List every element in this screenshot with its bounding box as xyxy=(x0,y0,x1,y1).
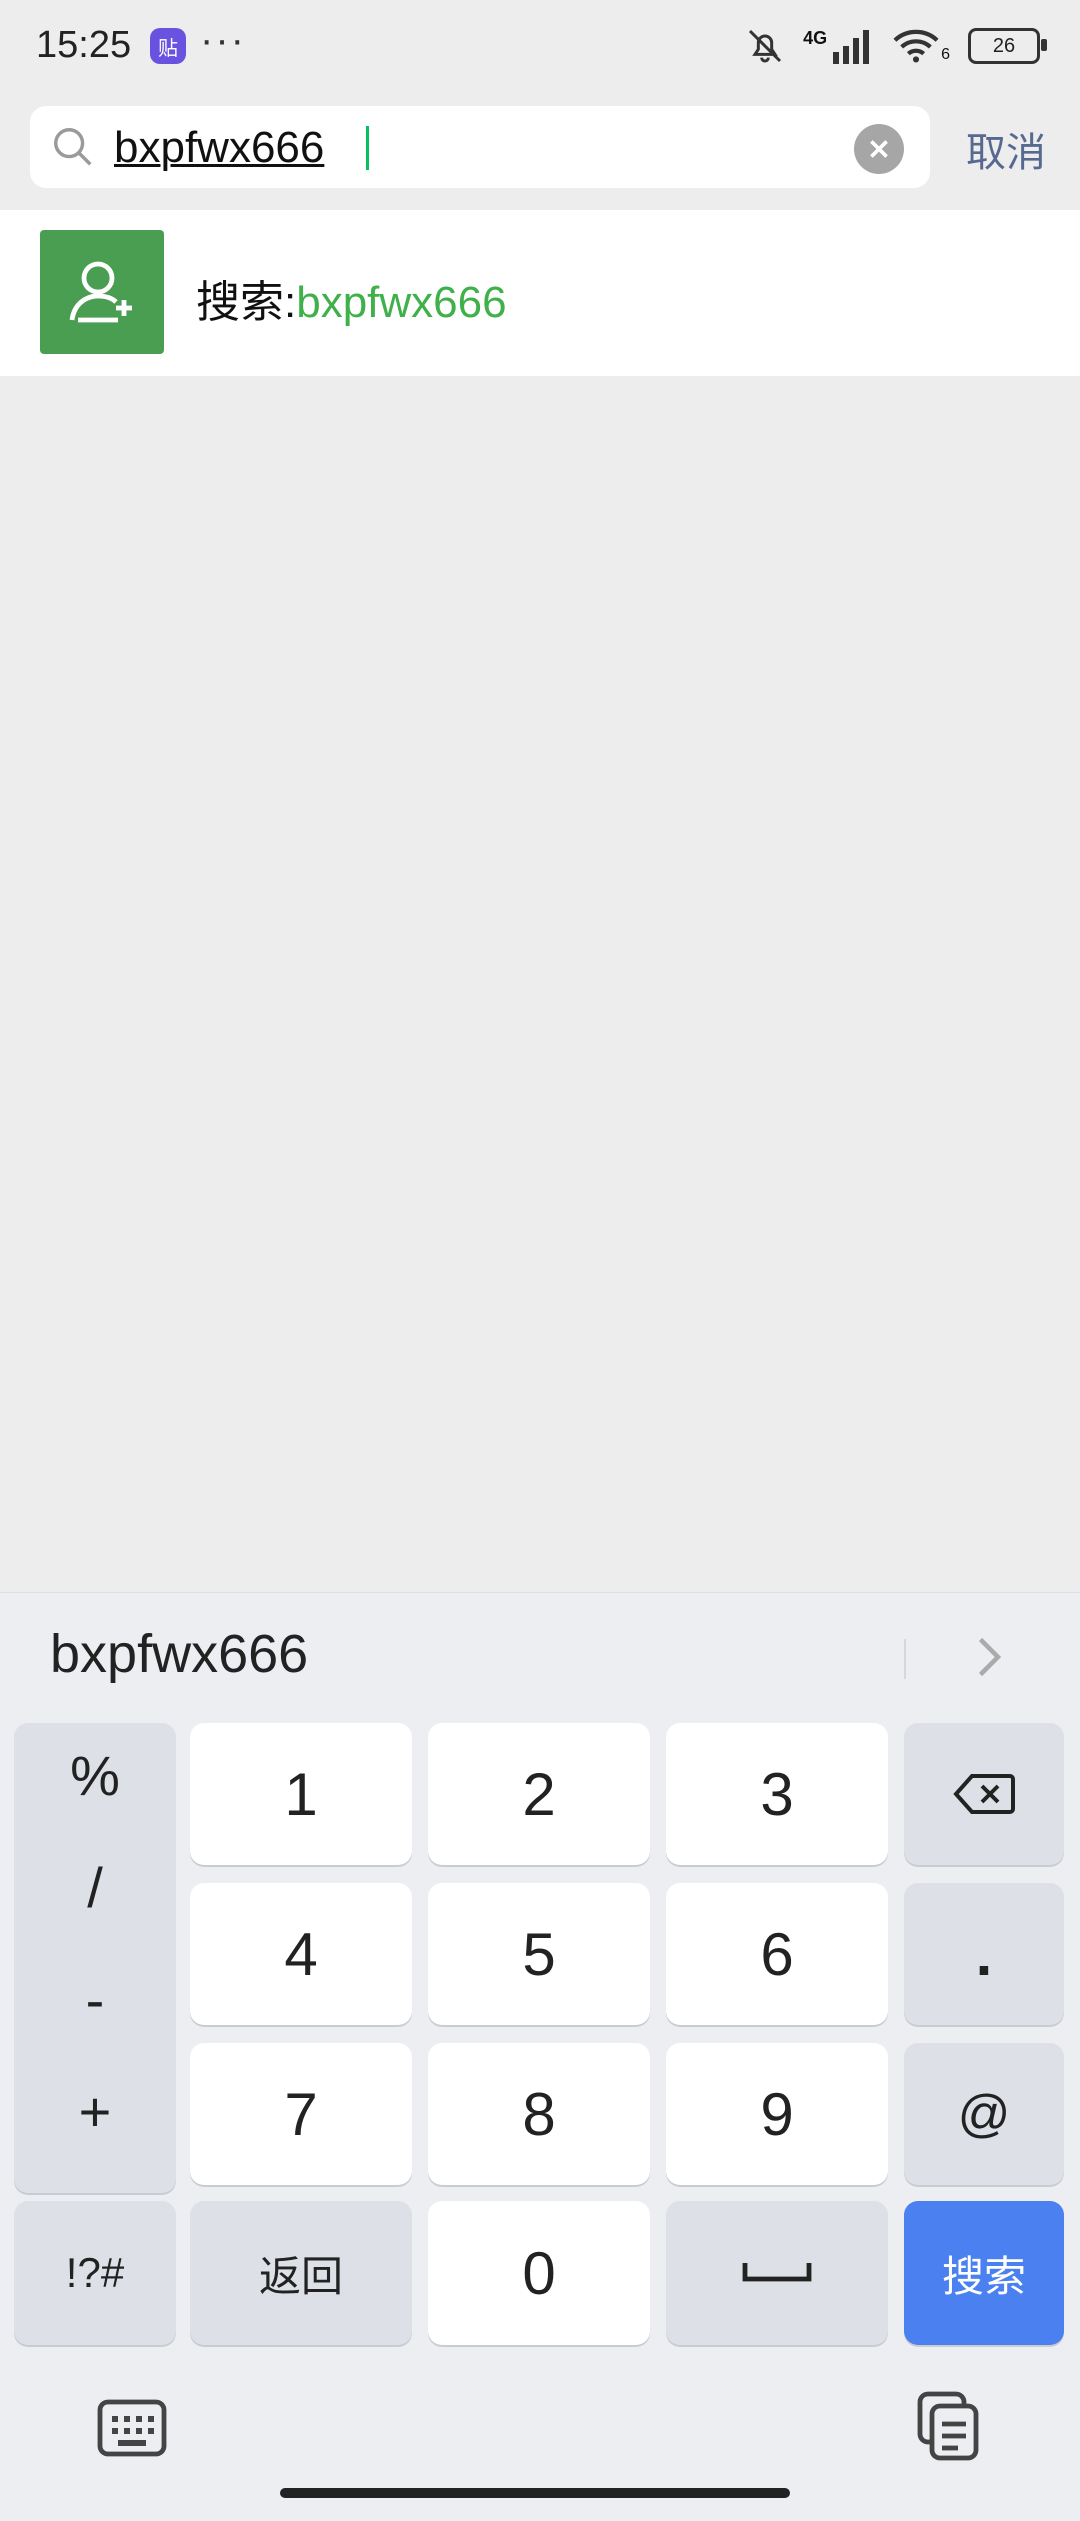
key-dot[interactable]: . xyxy=(904,1883,1064,2025)
key-9[interactable]: 9 xyxy=(666,2043,888,2185)
space-icon xyxy=(742,2263,812,2282)
key-2[interactable]: 2 xyxy=(428,1723,650,1865)
backspace-icon xyxy=(953,1774,1015,1814)
notification-app-icon: 贴 xyxy=(150,28,186,64)
search-result-text: 搜索:bxpfwx666 xyxy=(196,266,507,330)
keyboard-icon[interactable] xyxy=(96,2396,168,2460)
key-plus[interactable]: + xyxy=(14,2079,176,2144)
key-3[interactable]: 3 xyxy=(666,1723,888,1865)
key-8[interactable]: 8 xyxy=(428,2043,650,2185)
search-key[interactable]: 搜索 xyxy=(904,2201,1064,2345)
status-time: 15:25 xyxy=(36,24,132,66)
wifi-badge: 6 xyxy=(941,46,950,63)
key-1[interactable]: 1 xyxy=(190,1723,412,1865)
search-result-label: 搜索: xyxy=(196,278,297,327)
search-result-query: bxpfwx666 xyxy=(296,278,507,327)
search-result-item[interactable]: 搜索:bxpfwx666 xyxy=(0,210,1080,376)
wifi-icon xyxy=(893,29,939,63)
search-box[interactable] xyxy=(30,106,930,188)
status-right: 4G 6 26 xyxy=(745,26,1047,66)
search-icon xyxy=(54,128,92,166)
clear-circle-icon xyxy=(870,140,888,158)
key-minus[interactable]: - xyxy=(14,1967,176,2032)
battery-icon: 26 xyxy=(968,28,1047,64)
key-4[interactable]: 4 xyxy=(190,1883,412,2025)
key-5[interactable]: 5 xyxy=(428,1883,650,2025)
symbol-column: % / - + xyxy=(14,1723,176,2193)
clipboard-icon[interactable] xyxy=(912,2390,984,2462)
key-7[interactable]: 7 xyxy=(190,2043,412,2185)
search-row: 取消 xyxy=(0,96,1080,206)
network-type: 4G xyxy=(803,27,828,48)
key-percent[interactable]: % xyxy=(14,1743,176,1808)
key-at[interactable]: @ xyxy=(904,2043,1064,2185)
keyboard-suggestion[interactable]: bxpfwx666 xyxy=(50,1623,308,1685)
cancel-button[interactable]: 取消 xyxy=(966,120,1046,178)
signal-icon xyxy=(833,30,870,64)
space-key[interactable] xyxy=(666,2201,888,2345)
status-bar: 15:25 贴 ··· 4G 6 26 xyxy=(0,0,1080,96)
home-indicator[interactable] xyxy=(280,2488,790,2498)
chevron-right-icon[interactable] xyxy=(958,1627,1018,1687)
add-user-icon xyxy=(40,230,164,354)
back-key[interactable]: 返回 xyxy=(190,2201,412,2345)
status-more: ··· xyxy=(200,18,246,62)
muted-bell-icon xyxy=(749,29,782,63)
key-slash[interactable]: / xyxy=(14,1855,176,1920)
backspace-key[interactable] xyxy=(904,1723,1064,1865)
search-input[interactable] xyxy=(112,116,816,180)
symbol-toggle-key[interactable]: !?# xyxy=(14,2201,176,2345)
suggestion-divider xyxy=(904,1639,906,1679)
keyboard: bxpfwx666 % / - + 1 2 3 4 5 6 . 7 8 9 @ … xyxy=(0,1592,1080,2521)
key-6[interactable]: 6 xyxy=(666,1883,888,2025)
clear-search-button[interactable] xyxy=(854,124,904,174)
text-caret xyxy=(366,126,369,170)
key-0[interactable]: 0 xyxy=(428,2201,650,2345)
